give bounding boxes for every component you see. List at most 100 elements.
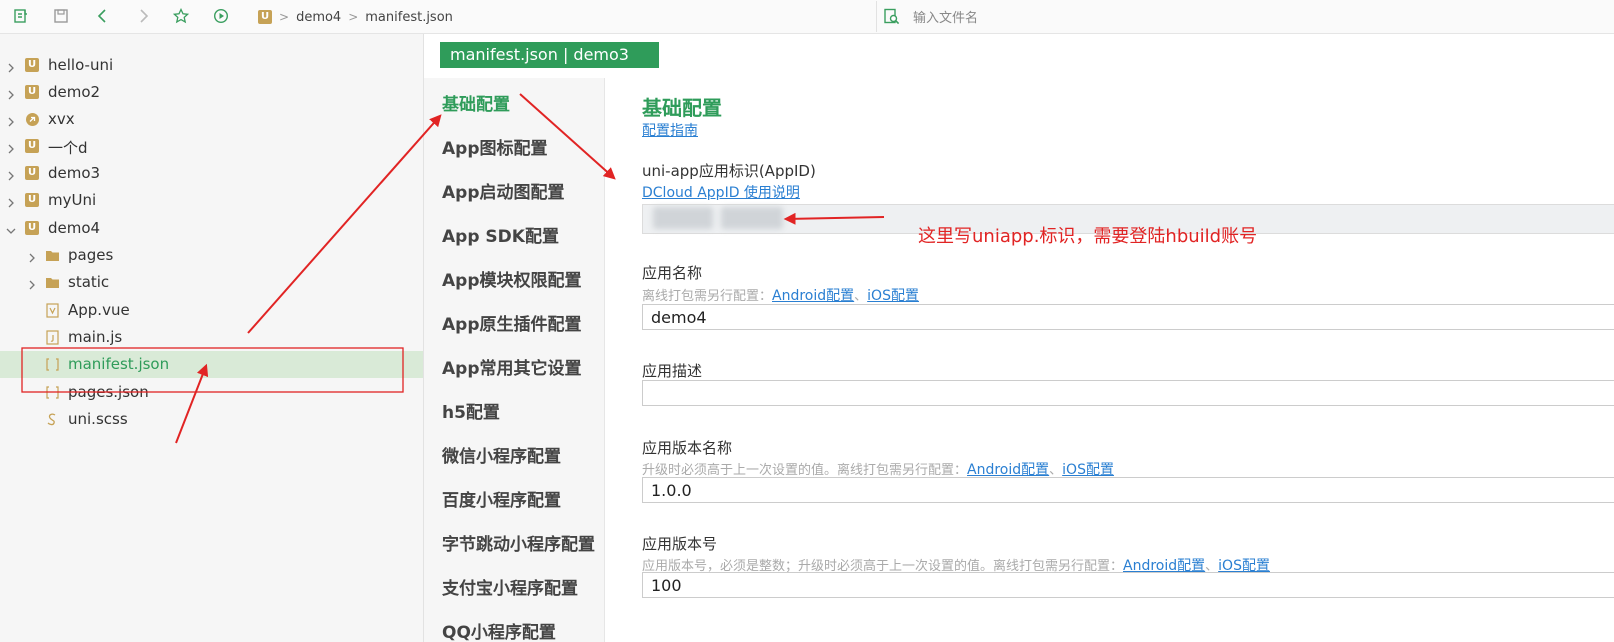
vue-file-icon xyxy=(45,303,60,318)
nav-app-splash-config[interactable]: App启动图配置 xyxy=(442,178,565,203)
version-name-input[interactable] xyxy=(642,477,1614,503)
link-project-icon xyxy=(25,112,40,127)
json-file-icon xyxy=(45,357,60,372)
tree-item-label: pages.json xyxy=(68,383,149,401)
ios-config-link[interactable]: iOS配置 xyxy=(867,288,919,304)
js-file-icon xyxy=(45,330,60,345)
uni-project-icon: U xyxy=(25,139,40,154)
hint-separator: 、 xyxy=(854,289,868,304)
breadcrumb-separator-icon: > xyxy=(279,10,290,24)
tree-item-label: 一个d xyxy=(48,139,88,157)
tree-item-pages-json[interactable]: pages.json xyxy=(0,379,423,406)
tree-item-label: myUni xyxy=(48,191,97,209)
back-icon[interactable] xyxy=(93,6,113,26)
settings-nav: 基础配置 App图标配置 App启动图配置 App SDK配置 App模块权限配… xyxy=(424,78,605,642)
chevron-down-icon[interactable] xyxy=(6,222,16,234)
breadcrumb-file[interactable]: manifest.json xyxy=(365,10,453,25)
tree-item-main-js[interactable]: main.js xyxy=(0,324,423,351)
appid-label: uni-app应用标识(AppID) xyxy=(642,162,816,180)
nav-alipay-mp-config[interactable]: 支付宝小程序配置 xyxy=(442,574,578,599)
breadcrumb-separator-icon: > xyxy=(348,10,359,24)
config-guide-link[interactable]: 配置指南 xyxy=(642,123,698,139)
nav-basic-config[interactable]: 基础配置 xyxy=(442,90,510,115)
nav-toutiao-mp-config[interactable]: 字节跳动小程序配置 xyxy=(442,530,595,555)
ios-config-link[interactable]: iOS配置 xyxy=(1062,462,1114,478)
project-explorer: U hello-uni U demo2 xvx U 一个d U demo3 U … xyxy=(0,34,424,642)
hint-text: 升级时必须高于上一次设置的值。离线打包需另行配置： xyxy=(642,463,968,478)
tree-item-demo3[interactable]: U demo3 xyxy=(0,160,423,187)
app-desc-input[interactable] xyxy=(642,380,1614,406)
chevron-right-icon[interactable] xyxy=(6,113,16,127)
nav-qq-mp-config[interactable]: QQ小程序配置 xyxy=(442,618,556,642)
app-name-input[interactable] xyxy=(642,304,1614,330)
tree-item-static-folder[interactable]: static xyxy=(0,269,423,296)
app-name-hint: 离线打包需另行配置：Android配置、iOS配置 xyxy=(642,285,919,305)
chevron-right-icon[interactable] xyxy=(6,59,16,73)
tree-item-label: main.js xyxy=(68,328,123,346)
folder-icon xyxy=(45,275,60,290)
tree-item-demo4[interactable]: U demo4 xyxy=(0,215,423,242)
uni-project-icon: U xyxy=(25,221,40,236)
hint-separator: 、 xyxy=(1049,463,1063,478)
nav-app-sdk-config[interactable]: App SDK配置 xyxy=(442,222,559,247)
app-name-label: 应用名称 xyxy=(642,264,703,282)
tree-item-demo2[interactable]: U demo2 xyxy=(0,79,423,106)
annotation-text: 这里写uniapp.标识，需要登陆hbuild账号 xyxy=(918,226,1258,247)
file-search xyxy=(876,1,1614,32)
forward-icon[interactable] xyxy=(133,6,153,26)
folder-icon xyxy=(45,248,60,263)
tree-item-app-vue[interactable]: App.vue xyxy=(0,297,423,324)
chevron-right-icon[interactable] xyxy=(27,276,37,290)
chevron-right-icon[interactable] xyxy=(6,194,16,208)
basic-config-panel: 基础配置 配置指南 uni-app应用标识(AppID) DCloud AppI… xyxy=(605,78,1614,642)
tree-item-label: App.vue xyxy=(68,301,130,319)
file-search-icon xyxy=(883,8,901,30)
tree-item-uni-scss[interactable]: uni.scss xyxy=(0,406,423,433)
run-icon[interactable] xyxy=(211,6,231,26)
nav-app-icon-config[interactable]: App图标配置 xyxy=(442,134,548,159)
nav-app-permission-config[interactable]: App模块权限配置 xyxy=(442,266,582,291)
nav-weixin-mp-config[interactable]: 微信小程序配置 xyxy=(442,442,561,467)
chevron-right-icon[interactable] xyxy=(6,167,16,181)
chevron-right-icon[interactable] xyxy=(27,249,37,263)
tree-item-myuni[interactable]: U myUni xyxy=(0,187,423,214)
section-title: 基础配置 xyxy=(642,96,722,120)
nav-baidu-mp-config[interactable]: 百度小程序配置 xyxy=(442,486,561,511)
nav-app-native-plugin-config[interactable]: App原生插件配置 xyxy=(442,310,582,335)
chevron-right-icon[interactable] xyxy=(6,86,16,100)
hint-text: 离线打包需另行配置： xyxy=(642,289,773,304)
dcloud-appid-help-link[interactable]: DCloud AppID 使用说明 xyxy=(642,185,800,201)
tree-item-xvx[interactable]: xvx xyxy=(0,106,423,133)
tree-item-label: xvx xyxy=(48,110,75,128)
version-code-input[interactable] xyxy=(642,572,1614,598)
tree-item-yige-d[interactable]: U 一个d xyxy=(0,133,423,160)
tree-item-label: hello-uni xyxy=(48,56,114,74)
version-name-label: 应用版本名称 xyxy=(642,439,733,457)
uni-project-icon: U xyxy=(25,193,40,208)
tree-item-label: static xyxy=(68,273,110,291)
android-config-link[interactable]: Android配置 xyxy=(772,288,854,304)
redaction-blur xyxy=(721,207,783,229)
tree-item-manifest-json[interactable]: manifest.json xyxy=(0,351,423,378)
editor-tab-manifest[interactable]: manifest.json | demo3 xyxy=(440,42,659,68)
tree-item-pages-folder[interactable]: pages xyxy=(0,242,423,269)
breadcrumb: U > demo4 > manifest.json xyxy=(258,6,453,28)
version-name-hint: 升级时必须高于上一次设置的值。离线打包需另行配置：Android配置、iOS配置 xyxy=(642,459,1114,479)
version-code-label: 应用版本号 xyxy=(642,535,718,553)
tree-item-hello-uni[interactable]: U hello-uni xyxy=(0,52,423,79)
chevron-right-icon[interactable] xyxy=(6,140,16,154)
json-file-icon xyxy=(45,385,60,400)
favorite-star-icon[interactable] xyxy=(171,6,191,26)
tree-item-label: uni.scss xyxy=(68,410,128,428)
tree-item-label: demo4 xyxy=(48,219,101,237)
uni-project-icon: U xyxy=(25,58,40,73)
save-icon[interactable] xyxy=(51,6,71,26)
nav-h5-config[interactable]: h5配置 xyxy=(442,398,500,423)
android-config-link[interactable]: Android配置 xyxy=(967,462,1049,478)
nav-app-other-settings[interactable]: App常用其它设置 xyxy=(442,354,582,379)
uni-project-icon: U xyxy=(25,85,40,100)
breadcrumb-project[interactable]: demo4 xyxy=(296,10,341,25)
top-toolbar: U > demo4 > manifest.json xyxy=(0,0,1614,34)
file-search-input[interactable] xyxy=(911,7,1315,29)
new-file-icon[interactable] xyxy=(11,6,31,26)
